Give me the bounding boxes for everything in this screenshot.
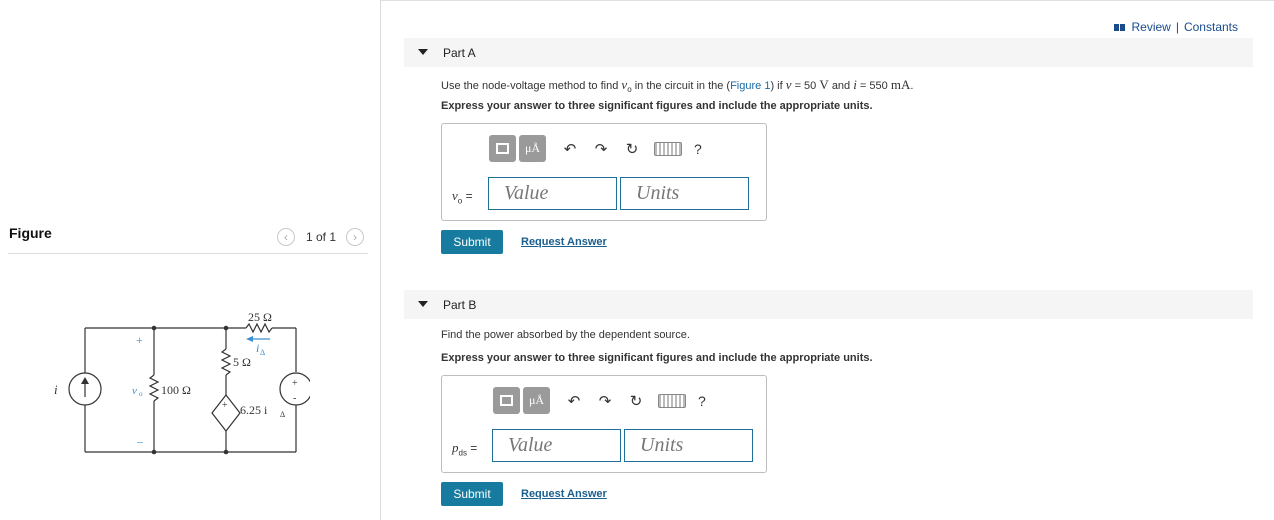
figure-pager: 1 of 1 xyxy=(306,230,337,244)
label-vo: v xyxy=(132,385,137,397)
resistor-5 xyxy=(220,348,232,376)
review-icon xyxy=(1114,20,1126,34)
part-b-toolbar: μÅ ↶ ↷ ↻ ? xyxy=(493,387,706,414)
redo-icon[interactable]: ↷ xyxy=(591,139,611,159)
part-a-toolbar: μÅ ↶ ↷ ↻ ? xyxy=(489,135,702,162)
svg-text:o: o xyxy=(139,390,143,398)
svg-text:-: - xyxy=(293,393,296,404)
review-constants: Review | Constants xyxy=(1114,20,1238,34)
undo-icon[interactable]: ↶ xyxy=(564,391,584,411)
part-b-request-answer[interactable]: Request Answer xyxy=(521,488,607,500)
templates-button[interactable] xyxy=(493,387,520,414)
collapse-triangle-icon xyxy=(418,49,428,55)
units-icon: μÅ xyxy=(524,141,541,155)
templates-button[interactable] xyxy=(489,135,516,162)
pds-label: pds = xyxy=(452,440,478,458)
templates-icon xyxy=(496,143,509,154)
resistor-25 xyxy=(245,322,273,334)
redo-icon[interactable]: ↷ xyxy=(595,391,615,411)
svg-text:Δ: Δ xyxy=(280,410,285,419)
part-a-request-answer[interactable]: Request Answer xyxy=(521,236,607,248)
chevron-right-icon: › xyxy=(353,230,357,244)
chevron-left-icon: ‹ xyxy=(284,230,288,244)
label-dep-source: 6.25 i xyxy=(240,403,268,417)
svg-text:+: + xyxy=(222,400,228,411)
circuit-diagram: 25 Ω 5 Ω 100 Ω i Δ 6.25 i Δ i v v o + – … xyxy=(54,310,310,455)
svg-text:+: + xyxy=(136,333,143,347)
part-b-instruction: Express your answer to three significant… xyxy=(441,352,873,364)
figure-divider xyxy=(8,253,368,254)
label-5-ohm: 5 Ω xyxy=(233,355,251,369)
label-source-i: i xyxy=(54,382,58,397)
figure-link[interactable]: Figure 1 xyxy=(730,80,770,92)
keyboard-icon[interactable] xyxy=(658,393,686,408)
part-b-answer-box: μÅ ↶ ↷ ↻ ? pds = Value Units xyxy=(441,375,767,473)
part-a-header[interactable]: Part A xyxy=(404,38,1253,67)
units-button[interactable]: μÅ xyxy=(523,387,550,414)
part-a-prompt: Use the node-voltage method to find vo i… xyxy=(441,77,914,95)
vo-label: vo = xyxy=(452,188,473,206)
help-icon[interactable]: ? xyxy=(698,393,706,409)
keyboard-icon[interactable] xyxy=(654,141,682,156)
vo-value-input[interactable]: Value xyxy=(488,177,617,210)
templates-icon xyxy=(500,395,513,406)
figure-title: Figure xyxy=(9,225,52,241)
svg-text:Δ: Δ xyxy=(260,348,265,357)
part-b-submit-button[interactable]: Submit xyxy=(441,482,503,506)
next-figure-button[interactable]: › xyxy=(346,228,364,246)
vo-units-input[interactable]: Units xyxy=(620,177,749,210)
constants-link[interactable]: Constants xyxy=(1184,20,1238,34)
part-a-answer-box: μÅ ↶ ↷ ↻ ? vo = Value Units xyxy=(441,123,767,221)
reset-icon[interactable]: ↻ xyxy=(622,139,642,159)
part-b-header[interactable]: Part B xyxy=(404,290,1253,319)
label-25-ohm: 25 Ω xyxy=(248,310,272,324)
reset-icon[interactable]: ↻ xyxy=(626,391,646,411)
help-icon[interactable]: ? xyxy=(694,141,702,157)
svg-text:–: – xyxy=(136,434,144,448)
svg-text:+: + xyxy=(292,378,298,389)
undo-icon[interactable]: ↶ xyxy=(560,139,580,159)
resistor-100 xyxy=(148,374,160,402)
pds-units-input[interactable]: Units xyxy=(624,429,753,462)
label-i-delta: i xyxy=(256,341,259,355)
part-a-submit-button[interactable]: Submit xyxy=(441,230,503,254)
units-button[interactable]: μÅ xyxy=(519,135,546,162)
collapse-triangle-icon xyxy=(418,301,428,307)
pds-value-input[interactable]: Value xyxy=(492,429,621,462)
part-a-instruction: Express your answer to three significant… xyxy=(441,100,873,112)
units-icon: μÅ xyxy=(528,393,545,407)
label-100-ohm: 100 Ω xyxy=(161,383,191,397)
part-b-prompt: Find the power absorbed by the dependent… xyxy=(441,329,690,341)
prev-figure-button[interactable]: ‹ xyxy=(277,228,295,246)
part-b-label: Part B xyxy=(443,298,477,312)
review-link[interactable]: Review xyxy=(1131,20,1170,34)
part-a-label: Part A xyxy=(443,46,476,60)
